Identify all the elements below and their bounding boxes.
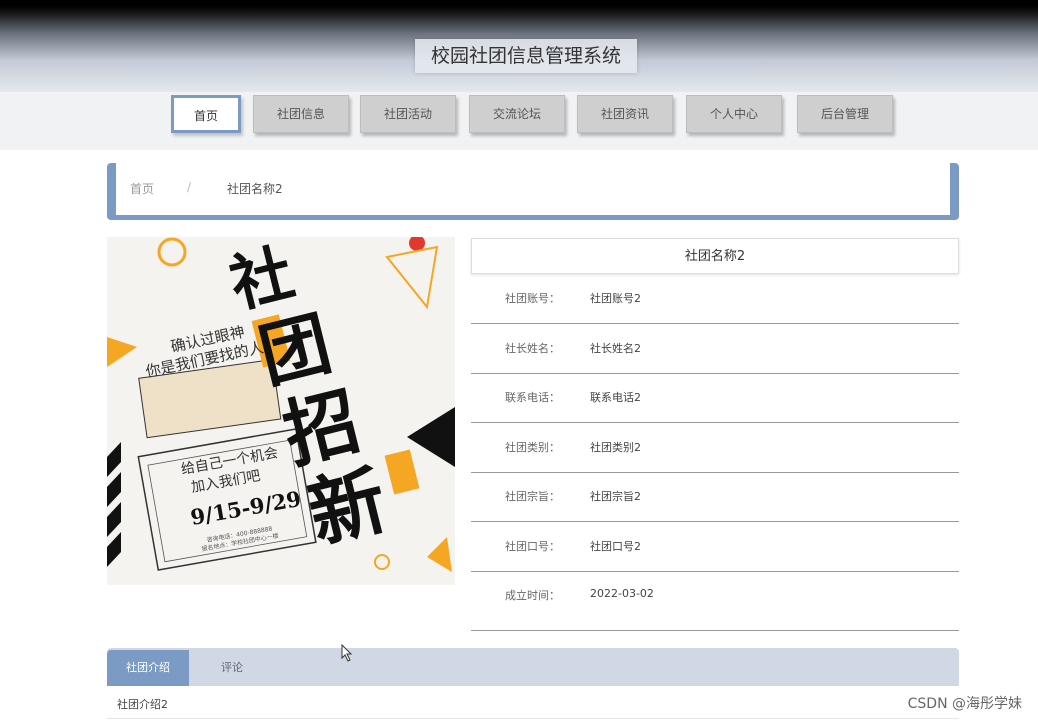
detail-value: 社团口号2 <box>590 540 641 553</box>
watermark: CSDN @海彤学妹 <box>907 696 1022 712</box>
detail-row-account: 社团账号： 社团账号2 <box>471 274 959 324</box>
nav-home[interactable]: 首页 <box>171 95 241 133</box>
detail-label: 社团账号： <box>505 292 560 305</box>
breadcrumb-home-link[interactable]: 首页 <box>130 180 154 197</box>
detail-value: 联系电话2 <box>590 391 641 404</box>
detail-value: 社团宗旨2 <box>590 490 641 503</box>
site-title: 校园社团信息管理系统 <box>415 39 637 73</box>
detail-row-founded: 成立时间： 2022-03-02 <box>471 571 959 631</box>
detail-value: 2022-03-02 <box>590 587 654 600</box>
nav-forum[interactable]: 交流论坛 <box>469 95 565 133</box>
detail-label: 社团宗旨： <box>505 490 560 503</box>
detail-row-phone: 联系电话： 联系电话2 <box>471 373 959 423</box>
nav-personal-center[interactable]: 个人中心 <box>686 95 782 133</box>
tab-content: 社团介绍2 <box>107 686 959 719</box>
tab-content-text: 社团介绍2 <box>117 698 168 711</box>
club-poster-image: 社 团 招 新 确认过眼神 你是我们要找的人 给自己一个机会 加入我们吧 9/1… <box>107 237 455 585</box>
detail-label: 社团类别： <box>505 441 560 454</box>
detail-label: 成立时间： <box>505 589 560 602</box>
detail-value: 社长姓名2 <box>590 342 641 355</box>
nav-club-activity[interactable]: 社团活动 <box>360 95 456 133</box>
detail-value: 社团类别2 <box>590 441 641 454</box>
detail-label: 社团口号： <box>505 540 560 553</box>
tab-comments[interactable]: 评论 <box>210 650 254 686</box>
breadcrumb-current: 社团名称2 <box>227 182 283 196</box>
nav-admin[interactable]: 后台管理 <box>797 95 893 133</box>
club-name-title: 社团名称2 <box>471 238 959 274</box>
nav-club-news[interactable]: 社团资讯 <box>577 95 673 133</box>
detail-row-president: 社长姓名： 社长姓名2 <box>471 324 959 374</box>
detail-label: 联系电话： <box>505 391 560 404</box>
nav-club-info[interactable]: 社团信息 <box>253 95 349 133</box>
breadcrumb-separator: / <box>187 180 192 194</box>
mouse-cursor-icon <box>341 644 353 662</box>
detail-row-purpose: 社团宗旨： 社团宗旨2 <box>471 472 959 522</box>
detail-row-slogan: 社团口号： 社团口号2 <box>471 522 959 572</box>
tab-club-intro[interactable]: 社团介绍 <box>107 650 189 686</box>
poster-graphic: 社 团 招 新 确认过眼神 你是我们要找的人 给自己一个机会 加入我们吧 9/1… <box>107 237 455 585</box>
detail-row-category: 社团类别： 社团类别2 <box>471 423 959 473</box>
detail-value: 社团账号2 <box>590 292 641 305</box>
detail-label: 社长姓名： <box>505 342 560 355</box>
